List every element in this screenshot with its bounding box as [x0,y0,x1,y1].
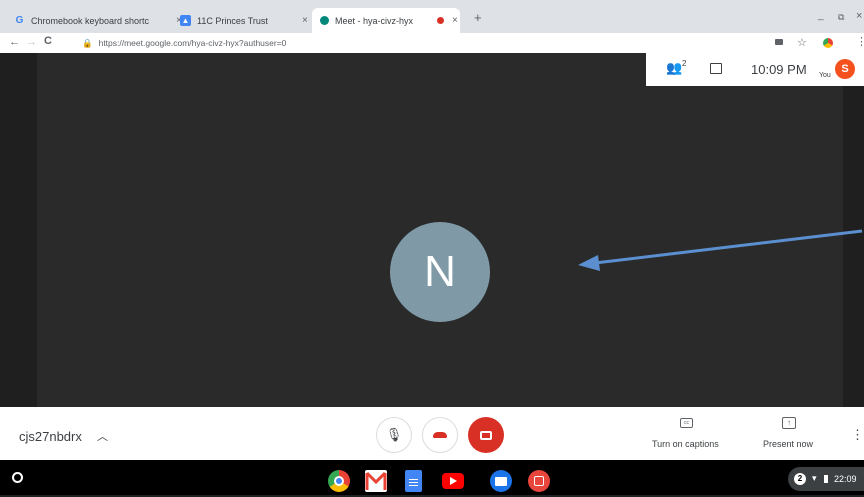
classroom-icon: ▲ [180,15,191,26]
notification-badge[interactable]: 2 [794,473,806,485]
reload-icon[interactable]: C [44,35,52,47]
camera-button[interactable] [468,417,504,453]
camera-indicator-icon[interactable] [775,39,783,45]
camera-off-icon [480,428,492,443]
tab-strip: G Chromebook keyboard shortcuts × ▲ 11C … [0,0,864,33]
present-icon[interactable]: ↑ [782,417,796,429]
participant-count: 2 [682,59,687,68]
tab-princes-trust[interactable]: ▲ 11C Princes Trust × [180,8,320,33]
restore-button[interactable]: ⧉ [838,12,844,23]
captions-button-label[interactable]: Turn on captions [652,439,719,449]
meet-icon [320,16,329,25]
meeting-clock: 10:09 PM [751,62,807,77]
meeting-controls-bar: cjs27nbdrx ︿ 🎙 cc Turn on captions ↑ Pre… [0,407,864,460]
launcher-button[interactable] [12,472,23,483]
gmail-app-icon[interactable] [365,470,387,492]
tab-meet[interactable]: Meet - hya-civz-hyx × [312,8,460,33]
url-text: https://meet.google.com/hya-civz-hyx?aut… [98,38,287,48]
new-tab-button[interactable]: + [474,10,482,25]
tab-title: Meet - hya-civz-hyx [335,15,414,26]
system-clock: 22:09 [834,474,857,484]
docs-app-icon[interactable] [405,470,422,492]
captions-icon[interactable]: cc [680,418,693,428]
chrome-app-icon[interactable] [328,470,350,492]
meeting-info-bar: 👥 2 10:09 PM You S [646,53,864,86]
address-bar[interactable]: 🔒 https://meet.google.com/hya-civz-hyx?a… [82,35,286,51]
recording-icon [437,17,444,24]
close-window-button[interactable]: × [856,10,862,22]
browser-menu-icon[interactable]: ⋮ [856,35,864,48]
extension-icon[interactable] [823,38,833,48]
chevron-up-icon[interactable]: ︿ [97,428,108,444]
self-label: You [819,72,831,79]
google-icon: G [15,15,24,26]
gmail-icon [365,471,387,490]
minimize-button[interactable]: _ [818,10,824,21]
browser-toolbar: ← → C 🔒 https://meet.google.com/hya-civz… [0,33,864,53]
youtube-app-icon[interactable] [442,473,464,489]
gallery-app-icon[interactable] [528,470,550,492]
battery-icon [824,475,828,483]
microphone-icon: 🎙 [385,427,403,442]
tab-title: Chromebook keyboard shortcuts [31,15,149,26]
microphone-button[interactable]: 🎙 [376,417,412,453]
self-avatar[interactable]: S [835,59,855,79]
tab-chromebook-shortcuts[interactable]: G Chromebook keyboard shortcuts × [14,8,182,33]
more-options-icon[interactable]: ⋮ [851,427,864,443]
chromeos-shelf [0,460,864,495]
wifi-icon: ▾ [812,473,817,483]
close-tab-icon[interactable]: × [452,15,458,26]
files-app-icon[interactable] [490,470,512,492]
bookmark-star-icon[interactable]: ☆ [797,36,807,49]
meeting-code[interactable]: cjs27nbdrx [19,429,82,444]
tab-title: 11C Princes Trust [197,15,268,26]
status-tray[interactable]: 2 ▾ 22:09 [788,467,864,491]
present-button-label[interactable]: Present now [763,439,813,449]
people-icon[interactable]: 👥 [666,60,682,76]
close-tab-icon[interactable]: × [302,15,308,26]
hang-up-icon [433,432,447,438]
chat-icon[interactable] [710,63,722,74]
lock-icon: 🔒 [82,37,93,48]
forward-icon[interactable]: → [26,36,37,48]
back-icon[interactable]: ← [9,36,20,48]
end-call-button[interactable] [422,417,458,453]
participant-avatar: N [390,222,490,322]
